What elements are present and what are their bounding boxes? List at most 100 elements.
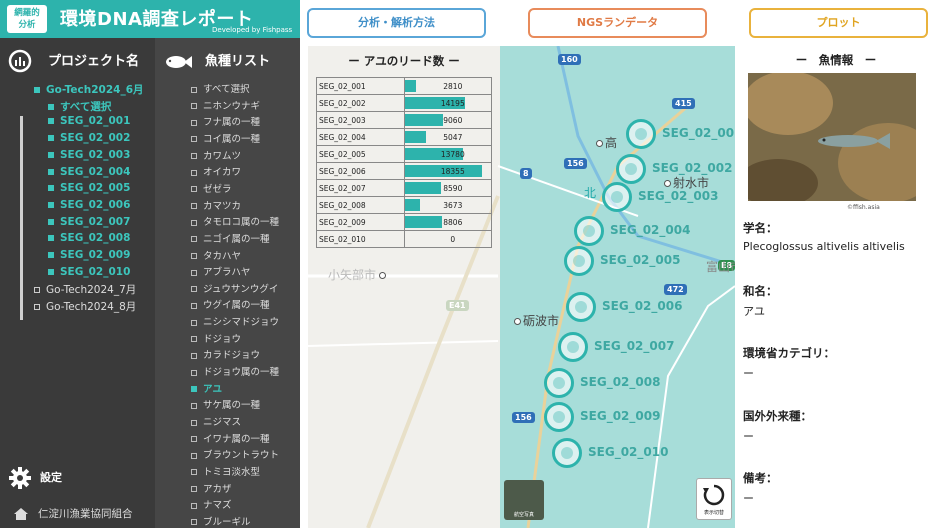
- project-item[interactable]: SEG_02_006: [48, 199, 130, 211]
- species-item[interactable]: アユ: [191, 381, 222, 395]
- tab-plot[interactable]: プロット: [749, 8, 928, 38]
- table-row: SEG_02_004 5047: [316, 128, 493, 146]
- read-count-value: 5047: [443, 132, 463, 142]
- species-item[interactable]: フナ属の一種: [191, 114, 260, 128]
- project-item-label: Go-Tech2024_6月: [46, 84, 144, 96]
- checkbox-icon: [48, 168, 54, 175]
- species-item[interactable]: ニジマス: [191, 414, 241, 428]
- env-category-value: ー: [743, 367, 754, 380]
- road-badge-472: 472: [664, 284, 687, 295]
- species-item[interactable]: ニシシマドジョウ: [191, 314, 279, 328]
- species-item[interactable]: トミヨ淡水型: [191, 464, 260, 478]
- map-marker[interactable]: [566, 292, 596, 322]
- scientific-name-value: Plecoglossus altivelis altivelis: [743, 240, 905, 253]
- map-marker[interactable]: [626, 119, 656, 149]
- project-item[interactable]: Go-Tech2024_8月: [34, 299, 136, 314]
- species-item-label: ブラウントラウト: [203, 450, 280, 462]
- species-item[interactable]: タカハヤ: [191, 248, 241, 262]
- tab-analysis[interactable]: 分析・解析方法: [307, 8, 486, 38]
- species-item[interactable]: カワムツ: [191, 148, 241, 162]
- checkbox-icon: [48, 103, 54, 110]
- species-item[interactable]: アブラハヤ: [191, 264, 250, 278]
- species-item-label: ドジョウ: [203, 333, 242, 345]
- read-count-value: 2810: [443, 81, 463, 91]
- settings-button[interactable]: 設定: [8, 466, 62, 490]
- city-label: 小矢部市: [328, 266, 388, 283]
- species-item[interactable]: ナマズ: [191, 497, 232, 511]
- project-item[interactable]: Go-Tech2024_7月: [34, 282, 136, 297]
- map-marker[interactable]: [552, 438, 582, 468]
- project-item[interactable]: SEG_02_001: [48, 115, 130, 127]
- checkbox-icon: [191, 119, 197, 126]
- map-marker[interactable]: [558, 332, 588, 362]
- project-item[interactable]: SEG_02_005: [48, 182, 130, 194]
- project-item-label: SEG_02_003: [60, 148, 131, 161]
- species-item-label: カマツカ: [203, 200, 242, 212]
- read-count-value: 14195: [440, 98, 465, 108]
- photo-credit: ©ffish.asia: [847, 204, 880, 211]
- species-item[interactable]: サケ属の一種: [191, 397, 260, 411]
- table-row: SEG_02_007 8590: [316, 179, 493, 197]
- species-item[interactable]: カラドジョウ: [191, 347, 260, 361]
- project-item[interactable]: SEG_02_002: [48, 132, 130, 144]
- checkbox-icon: [191, 419, 197, 426]
- species-item[interactable]: ニゴイ属の一種: [191, 231, 270, 245]
- tab-ngs-run-data[interactable]: NGSランデータ: [528, 8, 707, 38]
- project-item[interactable]: SEG_02_010: [48, 266, 130, 278]
- project-item[interactable]: SEG_02_004: [48, 166, 130, 178]
- project-item-label: Go-Tech2024_7月: [46, 284, 137, 297]
- aerial-photo-button[interactable]: 航空写真: [504, 480, 544, 520]
- project-item-label: SEG_02_004: [60, 165, 131, 178]
- species-item[interactable]: コイ属の一種: [191, 131, 260, 145]
- checkbox-icon: [191, 153, 197, 160]
- species-item[interactable]: ゼゼラ: [191, 181, 232, 195]
- project-item[interactable]: SEG_02_007: [48, 216, 130, 228]
- species-item[interactable]: ブルーギル: [191, 514, 251, 528]
- road-badge-e41: E41: [446, 300, 469, 311]
- species-item[interactable]: ニホンウナギ: [191, 98, 260, 112]
- map-marker-label: SEG_02_002: [652, 161, 733, 175]
- read-count-cell: 14195: [403, 94, 493, 112]
- chart-gauge-icon: [8, 49, 32, 73]
- map-marker[interactable]: [544, 402, 574, 432]
- species-item[interactable]: ブラウントラウト: [191, 447, 279, 461]
- map-marker-label: SEG_02_004: [610, 223, 691, 237]
- species-item[interactable]: イワナ属の一種: [191, 431, 270, 445]
- species-item[interactable]: タモロコ属の一種: [191, 214, 279, 228]
- checkbox-icon: [191, 486, 197, 493]
- project-item[interactable]: SEG_02_003: [48, 149, 130, 161]
- map-marker-label: SEG_02_008: [580, 375, 661, 389]
- japanese-name-label: 和名：: [743, 284, 778, 298]
- app-header: 網羅的 分析 環境DNA調査レポート Developed by Fishpass: [0, 0, 300, 38]
- species-item[interactable]: ドジョウ属の一種: [191, 364, 279, 378]
- display-toggle-button[interactable]: 表示切替: [696, 478, 732, 520]
- city-label: 北: [584, 186, 597, 200]
- checkbox-icon: [191, 436, 197, 443]
- project-item[interactable]: すべて選択: [48, 99, 111, 114]
- map-marker[interactable]: [602, 182, 632, 212]
- map-marker[interactable]: [574, 216, 604, 246]
- project-item[interactable]: Go-Tech2024_6月: [34, 82, 144, 97]
- species-item[interactable]: ドジョウ: [191, 331, 241, 345]
- map-marker[interactable]: [616, 154, 646, 184]
- species-item[interactable]: ジュウサンウグイ: [191, 281, 278, 295]
- checkbox-icon: [191, 169, 197, 176]
- project-item[interactable]: SEG_02_008: [48, 232, 130, 244]
- species-item[interactable]: カマツカ: [191, 198, 241, 212]
- species-item-label: ニホンウナギ: [203, 100, 261, 112]
- checkbox-icon: [191, 136, 197, 143]
- read-count-cell: 8806: [403, 213, 493, 231]
- species-item[interactable]: オイカワ: [191, 164, 241, 178]
- refresh-icon: [703, 484, 725, 506]
- species-item[interactable]: ウグイ属の一種: [191, 297, 270, 311]
- species-item[interactable]: すべて選択: [191, 81, 249, 95]
- japanese-name-value: アユ: [743, 305, 765, 318]
- species-heading: 魚種リスト: [205, 54, 271, 69]
- species-item[interactable]: アカザ: [191, 481, 232, 495]
- segment-name-cell: SEG_02_003: [316, 111, 405, 129]
- map-marker[interactable]: [564, 246, 594, 276]
- segment-name-cell: SEG_02_002: [316, 94, 405, 112]
- project-item[interactable]: SEG_02_009: [48, 249, 130, 261]
- read-count-cell: 2810: [403, 77, 493, 95]
- map-marker[interactable]: [544, 368, 574, 398]
